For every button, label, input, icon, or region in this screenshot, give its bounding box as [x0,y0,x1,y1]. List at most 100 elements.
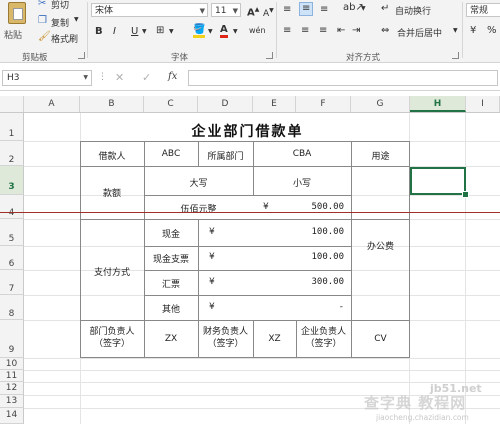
align-middle-icon[interactable]: ≡ [299,2,314,16]
cut-button[interactable]: ✂ 剪切 [38,0,78,12]
font-color-icon[interactable]: A [220,24,228,38]
fill-handle[interactable] [462,191,469,198]
chevron-down-icon[interactable]: ▼ [142,28,147,35]
paste-label: 粘贴 [4,31,23,41]
amount-in-words: 伍佰元整 [180,205,217,215]
cancel-icon[interactable]: ✕ [115,71,124,84]
name-box-value: H3 [7,73,20,83]
paste-button[interactable]: 粘贴 [2,2,32,46]
page-break-line [0,212,500,213]
format-painter-button[interactable]: 🖌 格式刷 [38,31,83,45]
shrink-font-icon[interactable]: A▼ [263,5,274,20]
chevron-down-icon[interactable]: ▼ [208,28,213,35]
chevron-down-icon[interactable]: ▼ [169,28,174,35]
row-header-7[interactable]: 7 [0,270,24,295]
payment-currency: ¥ [209,277,215,287]
lowercase-label: 小写 [292,179,311,189]
select-all-corner[interactable] [0,96,24,112]
column-header-a[interactable]: A [24,96,80,112]
amount-currency: ¥ [263,202,269,212]
row-header-1[interactable]: 1 [0,113,24,141]
resize-handle-icon[interactable]: ⋮ [98,72,107,82]
chevron-down-icon: ▼ [199,7,205,15]
clipboard-launcher-icon[interactable] [78,52,85,59]
purpose-value: 办公费 [366,242,394,252]
column-header-g[interactable]: G [351,96,410,112]
row-header-13[interactable]: 13 [0,395,24,408]
company-head-label: 企业负责人 （签字） [300,327,346,349]
grow-font-icon[interactable]: A▲ [247,4,259,19]
column-header-f[interactable]: F [296,96,351,112]
row-header-11[interactable]: 11 [0,370,24,382]
name-box[interactable]: H3 ▼ [2,70,92,86]
align-bottom-icon[interactable]: ≡ [320,4,328,16]
insert-function-icon[interactable]: fx [168,71,177,82]
column-header-b[interactable]: B [80,96,144,112]
borrower-value: ABC [161,149,181,159]
row-header-12[interactable]: 12 [0,382,24,395]
column-header-c[interactable]: C [144,96,198,112]
department-label: 所属部门 [207,152,244,162]
font-name-combo[interactable]: 宋体 ▼ [91,3,208,17]
uppercase-label: 大写 [189,179,208,189]
wrap-text-button[interactable]: ↵ 自动换行 [381,3,441,17]
amount-label: 款额 [102,189,121,199]
decrease-indent-icon[interactable]: ⇤ [337,25,345,37]
alignment-launcher-icon[interactable] [452,52,459,59]
alignment-group-label: 对齐方式 [346,53,381,63]
increase-indent-icon[interactable]: ⇥ [352,25,360,37]
scissors-icon: ✂ [38,0,47,9]
paste-icon [8,2,26,24]
copy-button[interactable]: ❐ 复制 ▼ [38,15,83,29]
column-header-i[interactable]: I [466,96,500,112]
row-header-14[interactable]: 14 [0,408,24,424]
payment-method-name: 汇票 [161,280,180,290]
number-format-value: 常规 [470,6,489,16]
number-format-combo[interactable]: 常规 [466,3,500,17]
phonetic-guide-button[interactable]: wén [249,26,266,35]
align-center-icon[interactable]: ≡ [301,25,309,37]
chevron-down-icon: ▼ [83,74,88,81]
formula-input[interactable] [188,70,498,86]
wrap-text-label: 自动换行 [395,7,432,17]
watermark-url: jiaocheng.chazidian.com [376,413,469,422]
bold-button[interactable]: B [95,26,103,38]
row-header-5[interactable]: 5 [0,219,24,246]
row-header-6[interactable]: 6 [0,246,24,270]
row-header-4[interactable]: 4 [0,195,24,219]
fill-color-icon[interactable]: 🪣 [193,24,206,38]
payment-currency: ¥ [209,302,215,312]
enter-icon[interactable]: ✓ [142,71,151,84]
row-header-8[interactable]: 8 [0,295,24,320]
underline-button[interactable]: U [131,26,138,38]
italic-button[interactable]: I [113,26,116,38]
merge-center-label: 合并后居中 [397,29,443,39]
percent-icon[interactable]: % [487,25,497,37]
align-left-icon[interactable]: ≡ [283,25,291,37]
row-header-9[interactable]: 9 [0,320,24,358]
chevron-down-icon[interactable]: ▼ [233,28,238,35]
chevron-down-icon: ▼ [453,27,458,34]
watermark-brand: 查字典 教程网 [364,394,467,412]
font-launcher-icon[interactable] [266,52,273,59]
font-size-combo[interactable]: 11 ▼ [211,3,241,17]
column-header-h[interactable]: H [410,96,466,112]
payment-currency: ¥ [209,252,215,262]
accounting-format-icon[interactable]: ¥ [470,25,476,37]
align-right-icon[interactable]: ≡ [319,25,327,37]
row-header-3[interactable]: 3 [0,166,24,195]
border-icon[interactable]: ⊞ [156,25,164,37]
align-top-icon[interactable]: ≡ [283,4,291,16]
row-header-2[interactable]: 2 [0,141,24,166]
chevron-down-icon[interactable]: ▼ [361,5,366,12]
column-header-d[interactable]: D [198,96,253,112]
selected-cell-h3[interactable] [410,167,466,195]
merge-center-button[interactable]: ⇔ 合并后居中 ▼ [381,25,461,39]
formula-bar: H3 ▼ ⋮ ✕ ✓ fx [0,66,500,91]
payment-amount: 100.00 [311,227,344,237]
row-header-10[interactable]: 10 [0,358,24,370]
column-header-e[interactable]: E [253,96,296,112]
watermark: jb51.net 查字典 教程网 jiaocheng.chazidian.com [360,382,500,424]
form-title: 企业部门借款单 [191,124,304,140]
payment-amount: - [338,302,344,312]
